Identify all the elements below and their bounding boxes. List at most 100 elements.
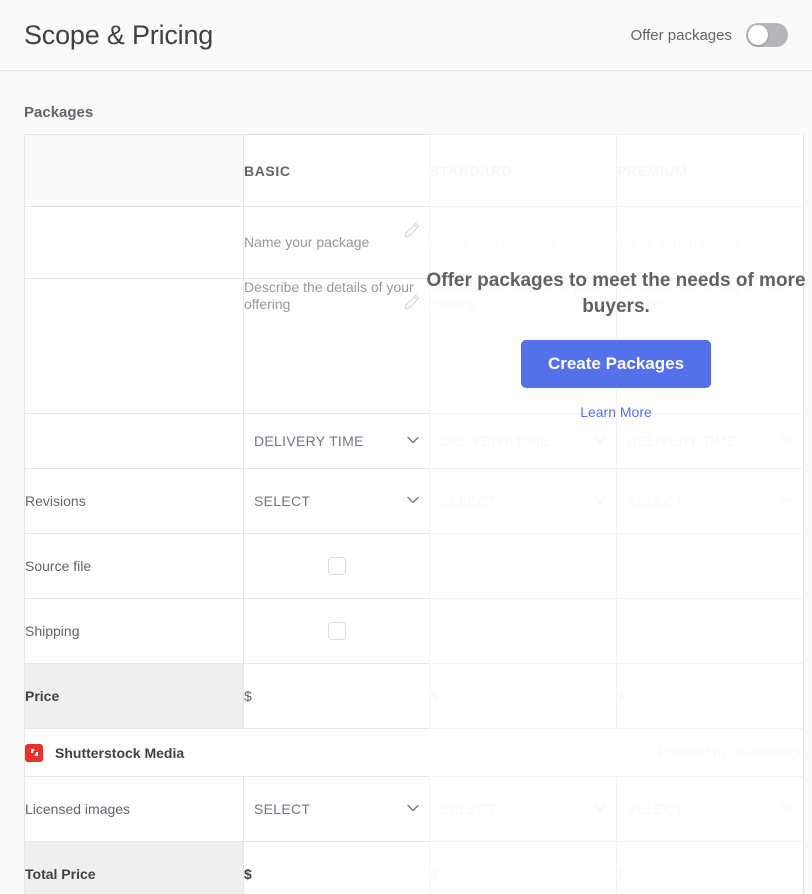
packages-table: BASIC STANDARD PREMIUM Name your package	[24, 134, 804, 894]
powered-by-shutterstock-label: Powered by Shutterstock	[658, 745, 803, 760]
source-file-checkbox-premium[interactable]	[701, 556, 719, 575]
row-label-delivery-time	[24, 413, 244, 469]
packages-upsell-title: Offer packages to meet the needs of more…	[426, 270, 806, 317]
pencil-icon[interactable]	[403, 221, 421, 239]
delivery-time-value-premium: DELIVERY TIME	[627, 433, 737, 449]
pencil-icon[interactable]	[590, 221, 608, 239]
shipping-checkbox-cell-premium[interactable]	[616, 598, 804, 664]
shutterstock-media-title: Shutterstock Media	[55, 744, 185, 761]
licensed-images-select-premium[interactable]: SELECT	[616, 776, 804, 842]
shipping-checkbox-basic[interactable]	[327, 621, 346, 640]
chevron-down-icon	[407, 436, 419, 444]
chevron-down-icon	[594, 804, 606, 812]
package-name-placeholder-standard: Name your package	[430, 234, 556, 250]
table-row-shipping: Shipping	[24, 598, 804, 664]
source-file-checkbox-cell-premium[interactable]	[616, 533, 804, 599]
source-file-checkbox-cell-basic[interactable]	[243, 533, 430, 599]
tier-header-premium-label: PREMIUM	[617, 162, 688, 179]
shipping-checkbox-cell-standard[interactable]	[429, 598, 617, 664]
page-header: Scope & Pricing Offer packages	[0, 0, 812, 71]
pencil-icon[interactable]	[777, 221, 795, 239]
total-price-value-basic: $	[243, 841, 430, 894]
price-currency-premium: $	[617, 688, 625, 704]
table-row-licensed-images: Licensed images SELECT SELECT SELECT	[24, 776, 804, 842]
tier-header-premium: PREMIUM	[616, 134, 804, 207]
table-row-source-file: Source file	[24, 533, 804, 599]
revisions-value-standard: SELECT	[440, 493, 497, 509]
delivery-time-value-standard: DELIVERY TIME	[440, 433, 550, 449]
revisions-select-basic[interactable]: SELECT	[243, 468, 430, 534]
package-name-placeholder-basic: Name your package	[244, 234, 370, 250]
table-row-total-price: Total Price $ $ $	[24, 841, 804, 894]
shutterstock-logo-icon	[25, 743, 43, 762]
table-row-tier-headers: BASIC STANDARD PREMIUM	[24, 134, 804, 207]
chevron-down-icon	[781, 436, 793, 444]
row-label-revisions: Revisions	[24, 468, 244, 534]
table-row-price: Price $ $ $	[24, 663, 804, 729]
toggle-knob	[748, 25, 768, 45]
price-input-standard[interactable]: $	[429, 663, 617, 729]
total-price-value-premium: $	[616, 841, 804, 894]
chevron-down-icon	[781, 496, 793, 504]
row-label-package-name	[24, 206, 244, 279]
learn-more-link[interactable]: Learn More	[394, 404, 812, 420]
row-label-shipping: Shipping	[24, 598, 244, 664]
total-price-currency-premium: $	[617, 866, 625, 882]
licensed-images-value-basic: SELECT	[254, 801, 311, 817]
shipping-checkbox-cell-basic[interactable]	[243, 598, 430, 664]
shipping-checkbox-premium[interactable]	[701, 621, 719, 640]
chevron-down-icon	[594, 436, 606, 444]
source-file-checkbox-basic[interactable]	[327, 556, 346, 575]
table-row-delivery-time: DELIVERY TIME DELIVERY TIME DELIVERY TIM…	[24, 413, 804, 469]
delivery-time-select-basic[interactable]: DELIVERY TIME	[243, 413, 430, 469]
packages-upsell-card: Offer packages to meet the needs of more…	[394, 268, 812, 420]
packages-table-zone: BASIC STANDARD PREMIUM Name your package	[24, 134, 806, 894]
delivery-time-select-premium[interactable]: DELIVERY TIME	[616, 413, 804, 469]
chevron-down-icon	[594, 496, 606, 504]
revisions-select-premium[interactable]: SELECT	[616, 468, 804, 534]
row-label-licensed-images: Licensed images	[24, 776, 244, 842]
row-label-source-file: Source file	[24, 533, 244, 599]
total-price-value-standard: $	[429, 841, 617, 894]
delivery-time-value-basic: DELIVERY TIME	[254, 433, 364, 449]
table-row-revisions: Revisions SELECT SELECT SELECT	[24, 468, 804, 534]
chevron-down-icon	[407, 804, 419, 812]
row-label-price: Price	[24, 663, 244, 729]
licensed-images-value-premium: SELECT	[627, 801, 684, 817]
price-input-basic[interactable]: $	[243, 663, 430, 729]
licensed-images-select-basic[interactable]: SELECT	[243, 776, 430, 842]
price-input-premium[interactable]: $	[616, 663, 804, 729]
chevron-down-icon	[781, 804, 793, 812]
offer-packages-control: Offer packages	[631, 23, 788, 47]
package-name-placeholder-premium: Name your package	[617, 234, 743, 250]
total-price-currency-standard: $	[430, 866, 438, 882]
revisions-select-standard[interactable]: SELECT	[429, 468, 617, 534]
revisions-value-basic: SELECT	[254, 493, 311, 509]
price-currency-standard: $	[430, 688, 438, 704]
tier-header-basic: BASIC	[243, 134, 430, 207]
scope-and-pricing-page: Scope & Pricing Offer packages Packages …	[0, 0, 812, 894]
chevron-down-icon	[407, 496, 419, 504]
offer-packages-toggle[interactable]	[746, 23, 788, 47]
offer-packages-label: Offer packages	[630, 26, 732, 44]
tier-header-standard: STANDARD	[429, 134, 617, 207]
page-title: Scope & Pricing	[24, 19, 214, 50]
tier-header-standard-label: STANDARD	[430, 162, 513, 179]
shutterstock-media-cell: Shutterstock Media Powered by Shuttersto…	[24, 728, 804, 777]
source-file-checkbox-cell-standard[interactable]	[429, 533, 617, 599]
row-label-package-description	[24, 278, 244, 414]
total-price-currency-basic: $	[244, 866, 252, 882]
table-row-shutterstock-media: Shutterstock Media Powered by Shuttersto…	[24, 728, 804, 777]
revisions-value-premium: SELECT	[627, 493, 684, 509]
licensed-images-select-standard[interactable]: SELECT	[429, 776, 617, 842]
tier-header-blank	[24, 134, 244, 207]
row-label-total-price: Total Price	[24, 841, 244, 894]
shipping-checkbox-standard[interactable]	[514, 621, 532, 640]
price-currency-basic: $	[244, 688, 252, 704]
licensed-images-value-standard: SELECT	[440, 801, 497, 817]
delivery-time-select-standard[interactable]: DELIVERY TIME	[429, 413, 617, 469]
source-file-checkbox-standard[interactable]	[514, 556, 532, 575]
package-description-placeholder-basic: Describe the details of your offering	[244, 279, 414, 312]
create-packages-button[interactable]: Create Packages	[520, 340, 712, 388]
packages-section-label: Packages	[24, 104, 94, 121]
